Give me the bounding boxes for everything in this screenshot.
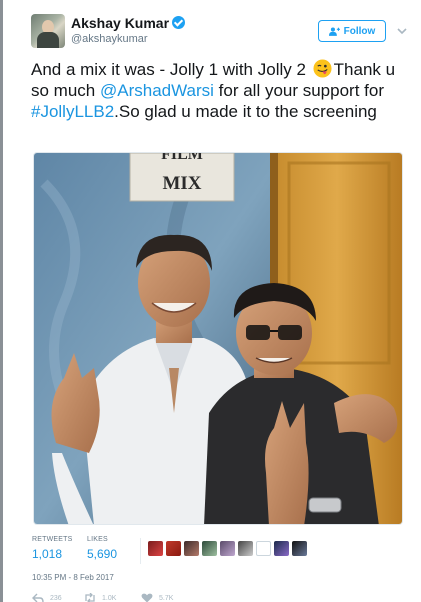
author-name[interactable]: Akshay Kumar — [71, 15, 186, 31]
chevron-down-icon[interactable] — [396, 25, 408, 37]
hashtag-link[interactable]: #JollyLLB2 — [31, 102, 114, 121]
svg-text:FILM: FILM — [161, 153, 203, 163]
engagement-stats: RETWEETS 1,018 LIKES 5,690 — [32, 536, 412, 566]
retweet-icon — [85, 593, 95, 602]
tweet-text: And a mix it was - Jolly 1 with Jolly 2 … — [31, 59, 396, 121]
avatar[interactable] — [274, 541, 289, 556]
avatar[interactable] — [184, 541, 199, 556]
reply-icon — [32, 593, 44, 602]
add-user-icon — [328, 26, 340, 36]
avatar[interactable] — [148, 541, 163, 556]
verified-badge-icon — [172, 16, 186, 29]
follow-button[interactable]: Follow — [318, 20, 386, 42]
tweet-photo[interactable]: FILM MIX — [33, 152, 403, 525]
retweet-button[interactable]: 1.0K — [84, 593, 116, 602]
author-handle[interactable]: @akshaykumar — [71, 33, 148, 45]
avatar[interactable] — [31, 14, 65, 48]
winking-face-with-tongue-icon — [313, 59, 332, 78]
tweet-timestamp[interactable]: 10:35 PM - 8 Feb 2017 — [32, 573, 114, 582]
avatar[interactable] — [238, 541, 253, 556]
avatar[interactable] — [256, 541, 271, 556]
liker-avatars — [148, 541, 307, 556]
stats-divider — [140, 538, 141, 564]
svg-text:MIX: MIX — [162, 173, 201, 194]
avatar[interactable] — [292, 541, 307, 556]
like-button[interactable]: 5.7K — [141, 593, 173, 602]
avatar[interactable] — [220, 541, 235, 556]
reply-button[interactable]: 236 — [32, 593, 62, 602]
retweets-stat[interactable]: RETWEETS 1,018 — [32, 536, 73, 561]
avatar[interactable] — [166, 541, 181, 556]
tweet-actions: 236 1.0K 5.7K — [32, 593, 282, 602]
avatar[interactable] — [202, 541, 217, 556]
mention-link[interactable]: @ArshadWarsi — [100, 81, 214, 100]
tweet-card: Akshay Kumar @akshaykumar Follow And a m… — [3, 0, 421, 602]
likes-stat[interactable]: LIKES 5,690 — [87, 536, 117, 561]
heart-icon — [141, 593, 153, 602]
